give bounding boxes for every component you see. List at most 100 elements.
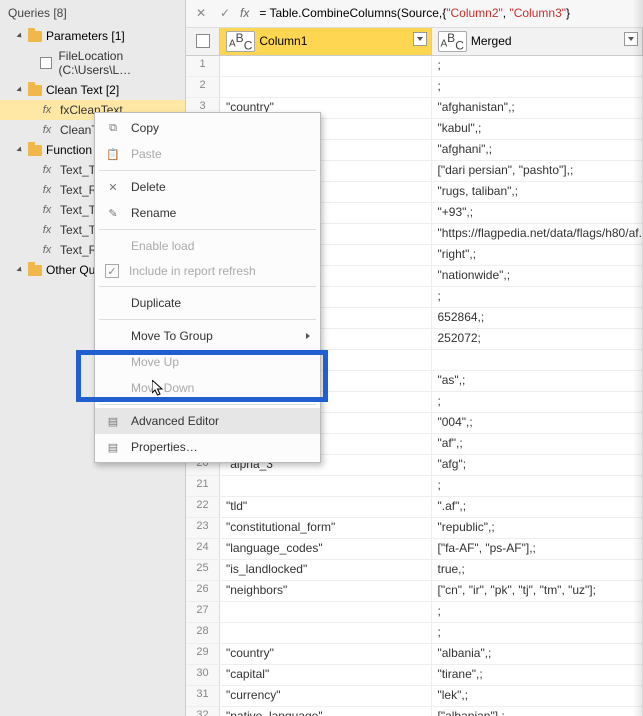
cell[interactable]: "capital" bbox=[220, 665, 432, 685]
row-number[interactable]: 27 bbox=[186, 602, 220, 622]
table-row[interactable]: 22"tld"".af",; bbox=[186, 497, 643, 518]
cell[interactable]: "004",; bbox=[432, 413, 643, 433]
row-number[interactable]: 26 bbox=[186, 581, 220, 601]
cell[interactable] bbox=[220, 56, 432, 76]
row-number[interactable]: 28 bbox=[186, 623, 220, 643]
cell[interactable]: "as",; bbox=[432, 371, 643, 391]
cell[interactable]: 652864,; bbox=[432, 308, 643, 328]
row-number[interactable]: 23 bbox=[186, 518, 220, 538]
row-number[interactable]: 2 bbox=[186, 77, 220, 97]
cell[interactable] bbox=[220, 602, 432, 622]
cell[interactable]: ; bbox=[432, 602, 643, 622]
cell[interactable]: "af",; bbox=[432, 434, 643, 454]
cell[interactable]: "native_language" bbox=[220, 707, 432, 716]
row-number[interactable]: 30 bbox=[186, 665, 220, 685]
row-number[interactable]: 1 bbox=[186, 56, 220, 76]
table-row[interactable]: 27; bbox=[186, 602, 643, 623]
cell[interactable]: true,; bbox=[432, 560, 643, 580]
cell[interactable] bbox=[220, 476, 432, 496]
row-number[interactable]: 21 bbox=[186, 476, 220, 496]
cell[interactable]: 252072; bbox=[432, 329, 643, 349]
cell[interactable]: "currency" bbox=[220, 686, 432, 706]
table-row[interactable]: 32"native_language"["albanian"] ; bbox=[186, 707, 643, 716]
cell[interactable]: "afg"; bbox=[432, 455, 643, 475]
table-row[interactable]: 24"language_codes"["fa-AF", "ps-AF"],; bbox=[186, 539, 643, 560]
menu-item: 📋Paste bbox=[95, 141, 320, 167]
cursor-icon bbox=[152, 380, 164, 396]
type-icon[interactable]: ABC bbox=[438, 31, 467, 52]
row-number[interactable]: 31 bbox=[186, 686, 220, 706]
cell[interactable]: "tirane",; bbox=[432, 665, 643, 685]
table-row[interactable]: 25"is_landlocked"true,; bbox=[186, 560, 643, 581]
cell[interactable]: ; bbox=[432, 392, 643, 412]
table-row[interactable]: 2; bbox=[186, 77, 643, 98]
formula-cancel-icon[interactable]: ✕ bbox=[192, 4, 210, 22]
cell[interactable]: "https://flagpedia.net/data/flags/h80/af… bbox=[432, 224, 643, 244]
menu-item[interactable]: Move To Group bbox=[95, 323, 320, 349]
cell[interactable]: ["albanian"] ; bbox=[432, 707, 643, 716]
cell[interactable]: ["fa-AF", "ps-AF"],; bbox=[432, 539, 643, 559]
cell[interactable]: "country" bbox=[220, 644, 432, 664]
menu-item[interactable]: Duplicate bbox=[95, 290, 320, 316]
formula-input[interactable]: = Table.CombineColumns(Source,{"Column2"… bbox=[255, 4, 637, 22]
cell[interactable]: ["dari persian", "pashto"],; bbox=[432, 161, 643, 181]
table-row[interactable]: 30"capital""tirane",; bbox=[186, 665, 643, 686]
column-header[interactable]: ABCMerged bbox=[432, 28, 643, 55]
column-header[interactable]: ABCColumn1 bbox=[220, 28, 432, 55]
cell[interactable]: ; bbox=[432, 623, 643, 643]
table-row[interactable]: 23"constitutional_form""republic",; bbox=[186, 518, 643, 539]
row-number[interactable]: 25 bbox=[186, 560, 220, 580]
table-row[interactable]: 31"currency""lek",; bbox=[186, 686, 643, 707]
cell[interactable]: ; bbox=[432, 476, 643, 496]
menu-item[interactable]: ✎Rename bbox=[95, 200, 320, 226]
menu-item[interactable]: ✕Delete bbox=[95, 174, 320, 200]
table-row[interactable]: 29"country""albania",; bbox=[186, 644, 643, 665]
cell[interactable]: "+93",; bbox=[432, 203, 643, 223]
cell[interactable]: "nationwide",; bbox=[432, 266, 643, 286]
cell[interactable] bbox=[432, 350, 643, 370]
cell[interactable]: ; bbox=[432, 77, 643, 97]
row-number[interactable]: 22 bbox=[186, 497, 220, 517]
formula-commit-icon[interactable]: ✓ bbox=[216, 4, 234, 22]
cell[interactable]: "rugs, taliban",; bbox=[432, 182, 643, 202]
cell[interactable]: "constitutional_form" bbox=[220, 518, 432, 538]
filter-dropdown-icon[interactable] bbox=[624, 32, 638, 46]
menu-icon: 📋 bbox=[105, 146, 121, 162]
cell[interactable]: "afghani",; bbox=[432, 140, 643, 160]
menu-item[interactable]: ▤Advanced Editor bbox=[95, 408, 320, 434]
table-row[interactable]: 26"neighbors"["cn", "ir", "pk", "tj", "t… bbox=[186, 581, 643, 602]
menu-item[interactable]: ⧉Copy bbox=[95, 115, 320, 141]
tree-group[interactable]: Clean Text [2] bbox=[0, 80, 185, 100]
cell[interactable] bbox=[220, 623, 432, 643]
cell[interactable]: "kabul",; bbox=[432, 119, 643, 139]
cell[interactable]: ; bbox=[432, 287, 643, 307]
tree-group[interactable]: Parameters [1] bbox=[0, 26, 185, 46]
checkbox-icon: ✓ bbox=[105, 264, 119, 278]
cell[interactable]: "tld" bbox=[220, 497, 432, 517]
fx-icon[interactable]: fx bbox=[240, 6, 249, 20]
row-number[interactable]: 32 bbox=[186, 707, 220, 716]
type-icon[interactable]: ABC bbox=[226, 31, 255, 52]
cell[interactable]: "afghanistan",; bbox=[432, 98, 643, 118]
cell[interactable]: "neighbors" bbox=[220, 581, 432, 601]
cell[interactable]: "republic",; bbox=[432, 518, 643, 538]
table-row[interactable]: 1; bbox=[186, 56, 643, 77]
cell[interactable]: ".af",; bbox=[432, 497, 643, 517]
filter-dropdown-icon[interactable] bbox=[413, 32, 427, 46]
cell[interactable]: "language_codes" bbox=[220, 539, 432, 559]
row-number[interactable]: 29 bbox=[186, 644, 220, 664]
cell[interactable]: ; bbox=[432, 56, 643, 76]
cell[interactable]: "lek",; bbox=[432, 686, 643, 706]
table-row[interactable]: 28; bbox=[186, 623, 643, 644]
table-corner[interactable] bbox=[186, 28, 220, 55]
menu-label: Duplicate bbox=[131, 296, 181, 310]
cell[interactable]: "is_landlocked" bbox=[220, 560, 432, 580]
row-number[interactable]: 24 bbox=[186, 539, 220, 559]
cell[interactable]: ["cn", "ir", "pk", "tj", "tm", "uz"]; bbox=[432, 581, 643, 601]
cell[interactable]: "albania",; bbox=[432, 644, 643, 664]
cell[interactable]: "right",; bbox=[432, 245, 643, 265]
cell[interactable] bbox=[220, 77, 432, 97]
menu-item[interactable]: ▤Properties… bbox=[95, 434, 320, 460]
table-row[interactable]: 21; bbox=[186, 476, 643, 497]
tree-item[interactable]: FileLocation (C:\Users\L… bbox=[0, 46, 185, 80]
